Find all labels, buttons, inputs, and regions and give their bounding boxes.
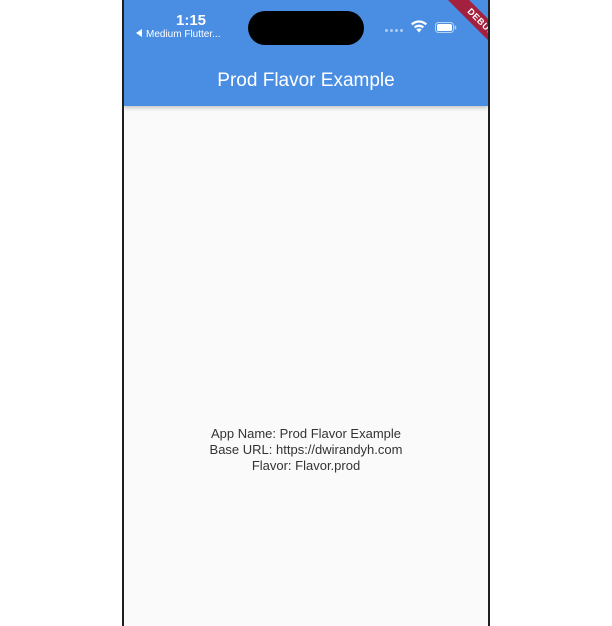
app-name-text: App Name: Prod Flavor Example [210, 426, 402, 441]
signal-dots-icon [385, 29, 403, 32]
page-title: Prod Flavor Example [217, 70, 395, 91]
status-time: 1:15 [176, 12, 207, 29]
battery-icon [435, 22, 457, 33]
wifi-icon [411, 20, 427, 33]
flavor-text: Flavor: Flavor.prod [251, 458, 361, 473]
app-screen: 1:15 Medium Flutter... Prod Flavor Examp… [124, 0, 488, 626]
back-arrow-icon [136, 29, 142, 37]
back-to-app-label: Medium Flutter... [146, 29, 221, 40]
base-url-text: Base URL: https://dwirandyh.com [209, 442, 403, 457]
flavor-info: App Name: Prod Flavor Example Base URL: … [124, 426, 488, 474]
app-bar: 1:15 Medium Flutter... Prod Flavor Examp… [124, 0, 488, 106]
back-to-app-link[interactable]: Medium Flutter... [136, 29, 220, 40]
dynamic-island [248, 11, 364, 45]
device-frame: 1:15 Medium Flutter... Prod Flavor Examp… [122, 0, 490, 626]
stage: 1:15 Medium Flutter... Prod Flavor Examp… [0, 0, 612, 626]
